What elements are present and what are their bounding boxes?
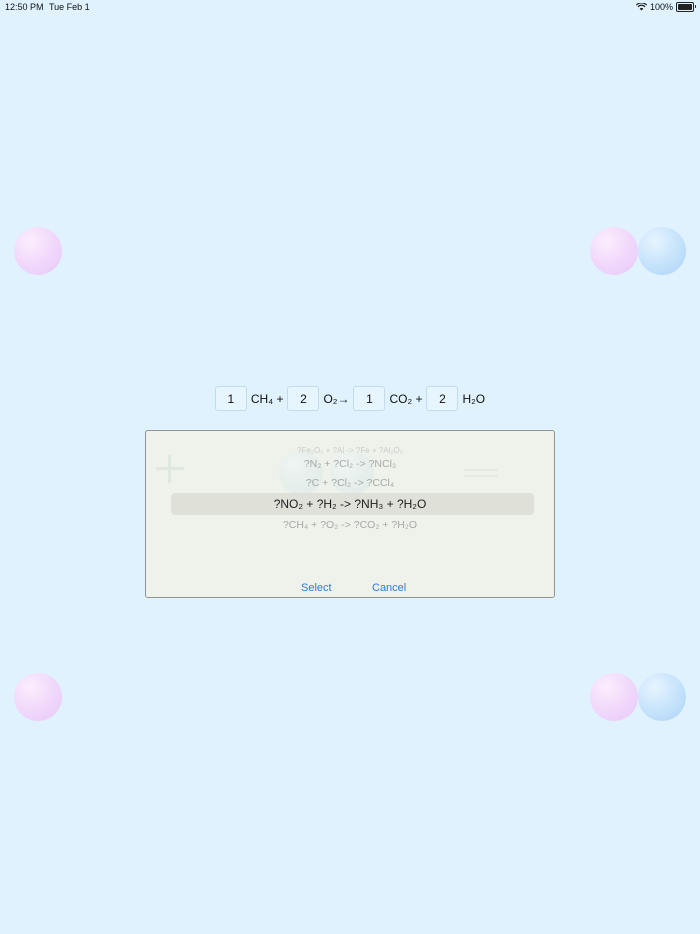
equation-term-1: CH₄ +: [250, 391, 284, 406]
equation-term-3: CO₂ +: [389, 391, 423, 406]
coefficient-input-1[interactable]: 1: [214, 386, 247, 411]
picker-option[interactable]: ?C + ?Cl₂ -> ?CCl₄: [146, 477, 554, 489]
equation-term-2: O₂→: [323, 391, 350, 406]
decor-bubble: [14, 227, 62, 275]
status-indicators: 100%: [635, 2, 696, 12]
decor-bubble: [14, 673, 62, 721]
cancel-button[interactable]: Cancel: [372, 582, 406, 594]
equation-term-4: H₂O: [462, 391, 486, 406]
wifi-icon: [635, 3, 647, 11]
status-bar: 12:50 PM Tue Feb 1 100%: [0, 0, 700, 14]
coefficient-input-4[interactable]: 2: [426, 386, 459, 411]
picker-option-selected[interactable]: ?NO₂ + ?H₂ -> ?NH₃ + ?H₂O: [146, 497, 554, 511]
decor-bubble: [590, 673, 638, 721]
decor-bubble: [638, 227, 686, 275]
picker-option[interactable]: ?N₂ + ?Cl₂ -> ?NCl₃: [146, 458, 554, 470]
status-time: 12:50 PM: [5, 2, 44, 12]
select-button[interactable]: Select: [301, 582, 332, 594]
decor-bubble: [590, 227, 638, 275]
chemical-equation: 1 CH₄ + 2 O₂→ 1 CO₂ + 2 H₂O: [0, 386, 700, 411]
coefficient-input-3[interactable]: 1: [353, 386, 386, 411]
coefficient-input-2[interactable]: 2: [287, 386, 320, 411]
picker-option[interactable]: ?CH₄ + ?O₂ -> ?CO₂ + ?H₂O: [146, 519, 554, 531]
status-date: Tue Feb 1: [49, 2, 90, 12]
battery-icon: [676, 2, 696, 12]
picker-option[interactable]: ?Fe₂O₃ + ?Al -> ?Fe + ?Al₂O₃: [146, 446, 554, 455]
battery-level: [678, 4, 692, 10]
equation-picker: ?Fe₂O₃ + ?Al -> ?Fe + ?Al₂O₃ ?N₂ + ?Cl₂ …: [145, 430, 555, 598]
decor-bubble: [638, 673, 686, 721]
battery-percentage: 100%: [649, 2, 673, 12]
